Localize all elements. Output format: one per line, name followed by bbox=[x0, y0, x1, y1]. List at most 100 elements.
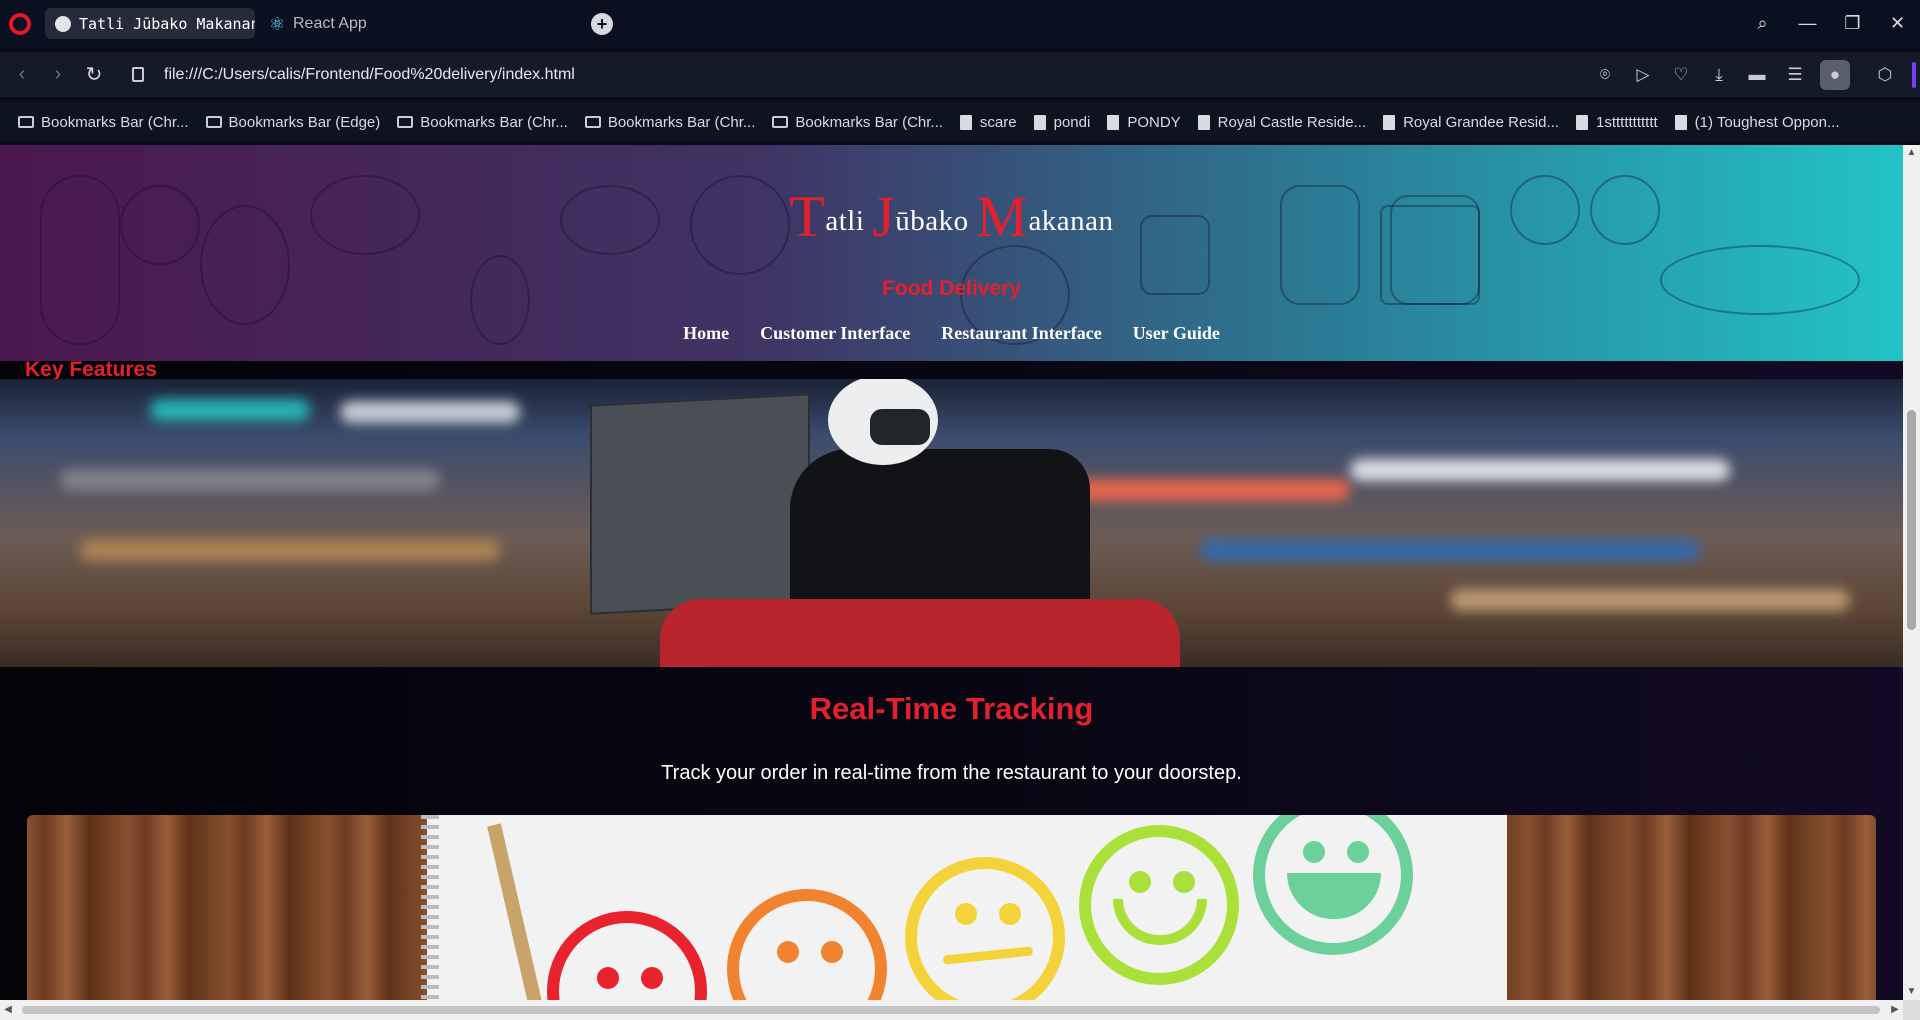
scroll-left-icon[interactable]: ◀ bbox=[0, 1000, 16, 1020]
bookmark-item[interactable]: Bookmarks Bar (Chr... bbox=[584, 114, 755, 131]
eye bbox=[1129, 871, 1151, 893]
nav-customer-interface[interactable]: Customer Interface bbox=[760, 323, 910, 344]
bookmark-item[interactable]: 1sttttttttttt bbox=[1575, 113, 1658, 131]
scroll-thumb[interactable] bbox=[1907, 410, 1916, 630]
site-header: Tatli Jūbako Makanan Food Delivery Home … bbox=[0, 145, 1903, 361]
nav-restaurant-interface[interactable]: Restaurant Interface bbox=[941, 323, 1101, 344]
eye bbox=[1347, 841, 1369, 863]
tab-active[interactable]: Tatli Jūbako Makanan D bbox=[45, 8, 255, 39]
battery-icon[interactable]: ▬ bbox=[1738, 65, 1776, 85]
bookmark-item[interactable]: PONDY bbox=[1107, 114, 1181, 131]
nav-user-guide[interactable]: User Guide bbox=[1133, 323, 1220, 344]
extensions-icon[interactable]: ⬡ bbox=[1866, 65, 1904, 85]
browser-tab-bar: Tatli Jūbako Makanan D ⚛ React App + ⌕ —… bbox=[0, 0, 1920, 47]
brand-letter-t: T bbox=[789, 184, 826, 249]
feature-title: Real-Time Tracking bbox=[809, 691, 1094, 726]
page-icon bbox=[1033, 114, 1046, 130]
camera-icon[interactable]: ⌾ bbox=[1586, 65, 1624, 85]
reload-button[interactable]: ↻ bbox=[76, 62, 112, 87]
bookmark-item[interactable]: Bookmarks Bar (Chr... bbox=[397, 114, 568, 131]
brand-word-2: ūbako bbox=[895, 205, 977, 237]
send-icon[interactable]: ▷ bbox=[1624, 65, 1662, 85]
eye bbox=[1303, 841, 1325, 863]
motion-streak bbox=[1050, 479, 1350, 501]
bookmark-label: Bookmarks Bar (Edge) bbox=[228, 113, 381, 131]
mouth bbox=[942, 946, 1034, 965]
folder-icon bbox=[205, 116, 222, 128]
nav-home[interactable]: Home bbox=[683, 323, 729, 344]
delivery-box bbox=[590, 393, 810, 615]
folder-icon bbox=[584, 116, 601, 128]
file-icon bbox=[132, 67, 144, 82]
page-icon bbox=[1383, 114, 1396, 130]
eye bbox=[999, 903, 1021, 925]
motion-streak bbox=[60, 469, 440, 491]
bookmarks-bar: Bookmarks Bar (Chr... Bookmarks Bar (Edge… bbox=[0, 102, 1920, 142]
scroll-down-icon[interactable]: ▼ bbox=[1903, 984, 1920, 1000]
eye bbox=[597, 967, 619, 989]
address-bar-actions: ⌾ ▷ ♡ ⤓ ▬ ☰ ● ⬡ bbox=[1586, 52, 1920, 97]
spiral-binding bbox=[421, 815, 439, 1000]
motion-streak bbox=[1450, 589, 1850, 611]
eye bbox=[1173, 871, 1195, 893]
search-tabs-icon[interactable]: ⌕ bbox=[1740, 13, 1785, 34]
profile-icon[interactable]: ● bbox=[1820, 59, 1850, 90]
bookmark-item[interactable]: pondi bbox=[1033, 114, 1090, 131]
scroll-up-icon[interactable]: ▲ bbox=[1903, 145, 1920, 161]
motion-streak bbox=[80, 539, 500, 561]
feature-description: Track your order in real-time from the r… bbox=[661, 762, 1242, 784]
heart-icon[interactable]: ♡ bbox=[1662, 65, 1700, 85]
url-text[interactable]: file:///C:/Users/calis/Frontend/Food%20d… bbox=[164, 66, 575, 84]
back-button[interactable]: ‹ bbox=[4, 63, 40, 86]
scroll-right-icon[interactable]: ▶ bbox=[1887, 1000, 1903, 1020]
bookmark-label: scare bbox=[979, 113, 1017, 131]
page-viewport: Tatli Jūbako Makanan Food Delivery Home … bbox=[0, 145, 1903, 1000]
address-bar: ‹ › ↻ file:///C:/Users/calis/Frontend/Fo… bbox=[0, 52, 1920, 97]
scooter bbox=[660, 599, 1180, 667]
brand-letter-j: J bbox=[872, 184, 896, 249]
tab-react-app[interactable]: ⚛ React App bbox=[259, 8, 469, 39]
scroll-thumb[interactable] bbox=[22, 1006, 1880, 1014]
delivery-rider-image bbox=[0, 379, 1903, 667]
brand-letter-m: M bbox=[976, 184, 1029, 249]
helmet-visor bbox=[870, 409, 930, 445]
brand-title[interactable]: Tatli Jūbako Makanan bbox=[0, 183, 1903, 250]
scrollbar-corner bbox=[1903, 1000, 1920, 1020]
bookmark-label: 1sttttttttttt bbox=[1595, 113, 1658, 131]
maximize-button[interactable]: ❐ bbox=[1830, 13, 1875, 34]
motion-streak bbox=[150, 399, 310, 421]
forward-button[interactable]: › bbox=[40, 63, 76, 86]
url-field[interactable]: file:///C:/Users/calis/Frontend/Food%20d… bbox=[132, 66, 575, 84]
bookmark-item[interactable]: (1) Toughest Oppon... bbox=[1674, 113, 1840, 131]
bookmark-item[interactable]: Royal Grandee Resid... bbox=[1383, 114, 1559, 131]
settings-sliders-icon[interactable]: ☰ bbox=[1776, 65, 1814, 85]
sidebar-accent bbox=[1912, 61, 1916, 88]
close-button[interactable]: ✕ bbox=[1875, 13, 1920, 34]
bookmark-label: Royal Grandee Resid... bbox=[1403, 113, 1559, 131]
bookmark-item[interactable]: Bookmarks Bar (Chr... bbox=[18, 114, 189, 131]
eye bbox=[821, 941, 843, 963]
globe-icon bbox=[55, 15, 71, 32]
tagline: Food Delivery bbox=[882, 277, 1021, 300]
page-icon bbox=[1674, 114, 1687, 130]
opera-logo-icon[interactable] bbox=[9, 12, 31, 35]
brand-word-3: akanan bbox=[1028, 205, 1114, 237]
motion-streak bbox=[340, 401, 520, 423]
bookmark-label: Bookmarks Bar (Chr... bbox=[795, 113, 943, 131]
tab-title: Tatli Jūbako Makanan D bbox=[79, 14, 255, 33]
bookmark-item[interactable]: Royal Castle Reside... bbox=[1197, 113, 1367, 131]
bookmark-item[interactable]: scare bbox=[959, 113, 1017, 131]
page-icon bbox=[1197, 114, 1210, 130]
happy-face-icon bbox=[1079, 825, 1239, 985]
new-tab-button[interactable]: + bbox=[591, 12, 613, 35]
bookmark-item[interactable]: Bookmarks Bar (Edge) bbox=[205, 113, 381, 131]
vertical-scrollbar[interactable]: ▲ ▼ bbox=[1903, 145, 1920, 1000]
bookmark-item[interactable]: Bookmarks Bar (Chr... bbox=[772, 114, 943, 131]
bookmark-label: (1) Toughest Oppon... bbox=[1694, 113, 1840, 131]
page-icon bbox=[1107, 114, 1120, 130]
download-icon[interactable]: ⤓ bbox=[1700, 65, 1738, 85]
bookmark-label: Royal Castle Reside... bbox=[1217, 113, 1367, 131]
motion-streak bbox=[1350, 459, 1730, 481]
minimize-button[interactable]: — bbox=[1785, 13, 1830, 34]
horizontal-scrollbar[interactable]: ◀ ▶ bbox=[0, 1000, 1903, 1020]
